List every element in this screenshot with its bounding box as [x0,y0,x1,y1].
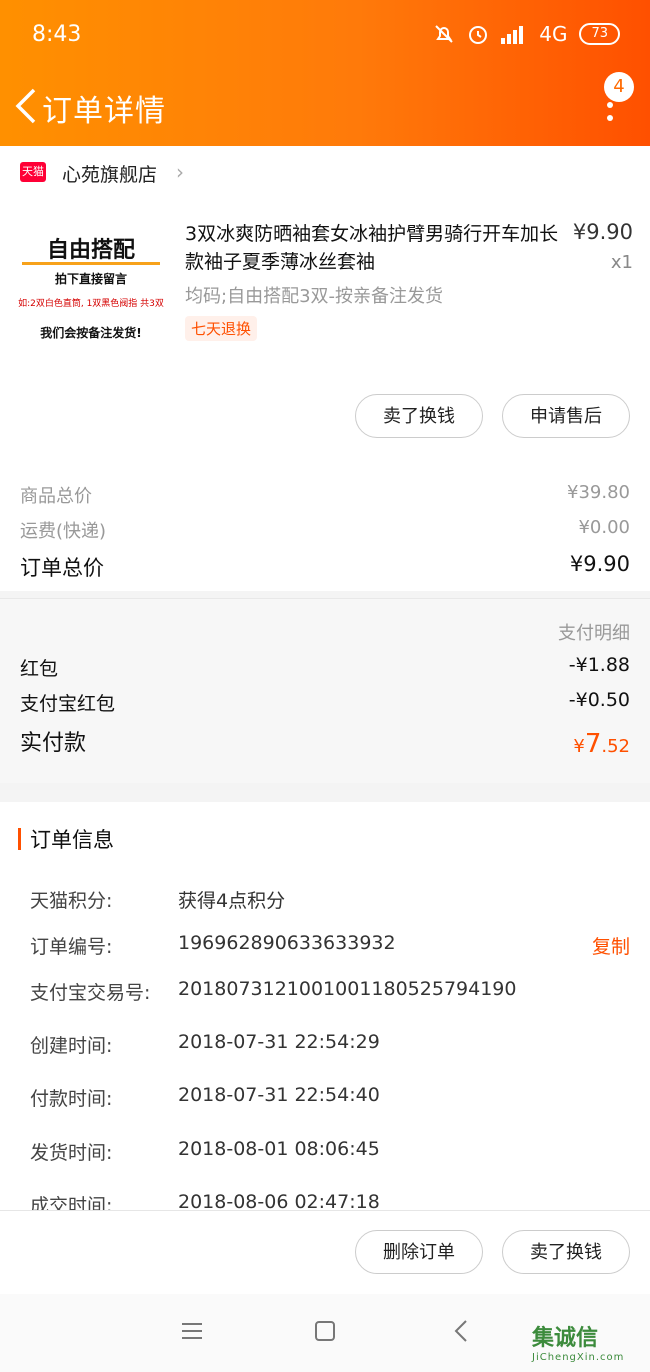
sell-button[interactable]: 卖了换钱 [502,1230,630,1274]
product-card: 天猫 心苑旗舰店 › 自由搭配 拍下直接留言 如:2双白色直筒, 1双黑色阀指 … [0,146,650,591]
order-total-value: ¥9.90 [569,552,630,576]
paid-decimal: .52 [601,736,630,757]
goods-total-value: ¥39.80 [567,482,630,503]
tmall-logo: 天猫 [20,162,46,182]
info-value: 196962890633633932 [178,932,396,954]
info-value: 获得4点积分 [178,890,286,912]
status-time: 8:43 [32,22,82,47]
message-count-badge[interactable]: 4 [604,72,634,102]
info-value: 2018-07-31 22:54:29 [178,1031,380,1053]
info-value: 2018-08-06 02:47:18 [178,1191,380,1210]
back-arrow-icon[interactable] [10,84,44,128]
home-icon[interactable] [305,1316,345,1346]
info-key: 发货时间: [30,1142,113,1164]
alipay-redpack-row: 支付宝红包 -¥0.50 [20,689,630,716]
product-quantity: x1 [610,252,633,273]
alipay-redpack-value: -¥0.50 [568,689,630,711]
nav-bar: 订单详情 [0,78,650,138]
redpack-row: 红包 -¥1.88 [20,654,630,681]
status-icons: 4G 73 [433,22,620,46]
goods-total-label: 商品总价 [20,486,92,507]
alipay-redpack-label: 支付宝红包 [20,693,116,715]
shipping-label: 运费(快递) [20,521,107,542]
section-accent-bar [18,828,21,850]
sell-item-button[interactable]: 卖了换钱 [355,394,483,438]
copy-order-number-button[interactable]: 复制 [592,932,630,959]
product-image-divider [22,262,160,265]
info-key: 订单编号: [30,936,113,958]
product-sku: 均码;自由搭配3双-按亲备注发货 [185,286,444,307]
order-total-label: 订单总价 [20,556,104,580]
order-info-title: 订单信息 [30,828,114,852]
info-value: 2018-07-31 22:54:40 [178,1084,380,1106]
product-image-note: 我们会按备注发货! [40,326,142,340]
paid-currency: ¥ [573,736,585,757]
alarm-icon [469,26,488,44]
shipping-value: ¥0.00 [578,517,630,538]
paid-amount-value: ¥7.52 [573,729,630,759]
product-image[interactable]: 自由搭配 拍下直接留言 如:2双白色直筒, 1双黑色阀指 共3双 我们会按备注发… [16,222,166,342]
delete-order-button[interactable]: 删除订单 [355,1230,483,1274]
watermark-url: JiChengXin.com [532,1352,625,1363]
order-info: 订单信息 天猫积分: 获得4点积分 订单编号: 1969628906336339… [0,802,650,1210]
back-icon[interactable] [442,1316,482,1346]
paid-integer: 7 [584,729,602,759]
product-price: ¥9.90 [572,220,633,244]
watermark: 集诚信 JiChengXin.com [532,1320,624,1363]
apply-aftersale-button[interactable]: 申请售后 [502,394,630,438]
mute-bell-icon [435,25,453,43]
return-policy-tag: 七天退换 [185,316,258,341]
shipping-row: 运费(快递) ¥0.00 [20,517,630,543]
network-type: 4G [539,22,568,46]
info-key: 付款时间: [30,1088,113,1110]
info-value: 2018-08-01 08:06:45 [178,1138,380,1160]
info-key: 创建时间: [30,1035,113,1057]
redpack-label: 红包 [20,658,59,680]
payment-detail: 支付明细 红包 -¥1.88 支付宝红包 -¥0.50 实付款 ¥7.52 [0,598,650,783]
more-menu-icon[interactable] [606,102,614,128]
info-key: 成交时间: [30,1195,113,1210]
product-image-headline: 自由搭配 [46,238,135,263]
product-image-example: 如:2双白色直筒, 1双黑色阀指 共3双 [18,299,164,309]
info-key: 支付宝交易号: [30,982,151,1004]
header: 8:43 4G 73 订单详情 4 [0,0,650,146]
chevron-right-icon[interactable]: › [176,160,184,184]
signal-icon [501,26,524,44]
menu-icon[interactable] [172,1316,212,1346]
bottom-action-bar: 删除订单 卖了换钱 [0,1210,650,1295]
info-key: 天猫积分: [30,890,113,912]
order-total-row: 订单总价 ¥9.90 [20,552,630,582]
watermark-text: 集诚信 [532,1326,599,1351]
paid-amount-row: 实付款 ¥7.52 [20,725,630,759]
product-title[interactable]: 3双冰爽防晒袖套女冰袖护臂男骑行开车加长款袖子夏季薄冰丝套袖 [185,220,560,276]
paid-amount-label: 实付款 [20,731,87,756]
redpack-value: -¥1.88 [568,654,630,676]
shop-name[interactable]: 心苑旗舰店 [62,160,157,187]
payment-detail-title: 支付明细 [558,623,630,644]
page-title: 订单详情 [42,94,166,129]
goods-total-row: 商品总价 ¥39.80 [20,482,630,508]
product-image-subline: 拍下直接留言 [54,272,127,286]
battery-icon: 73 [579,23,620,45]
info-value: 2018073121001001180525794190 [178,978,517,1000]
status-bar: 8:43 4G 73 [0,0,650,70]
